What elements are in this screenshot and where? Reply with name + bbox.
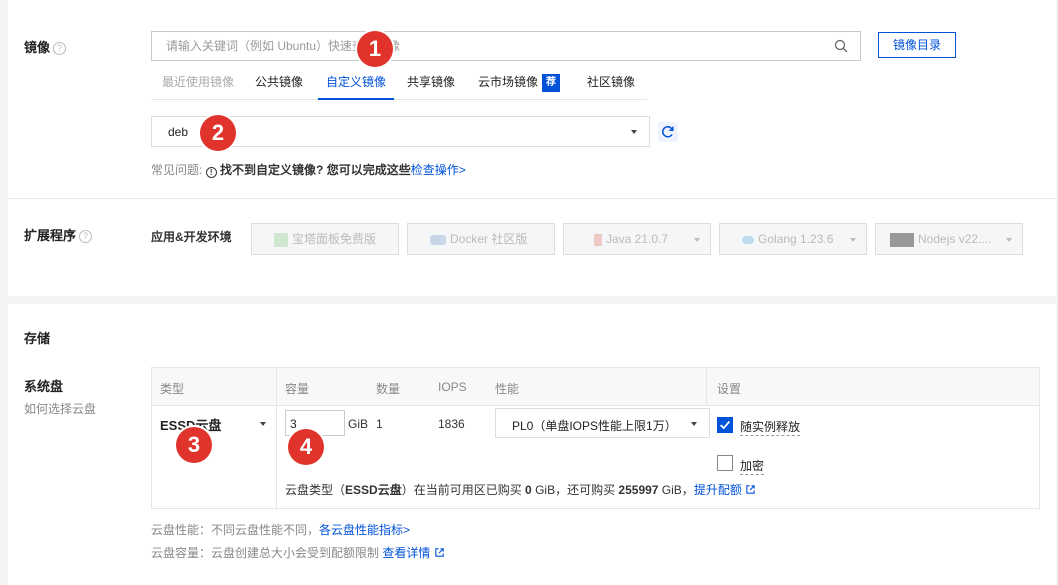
quota-note-type: ESSD云盘 xyxy=(345,483,402,497)
image-search-box[interactable] xyxy=(151,31,861,61)
header-settings: 设置 xyxy=(717,382,742,396)
system-disk-table: 类型 容量 数量 IOPS 性能 设置 ESSD云盘 3 GiB 1 1836 … xyxy=(151,367,1040,509)
tab-marketplace-label: 云市场镜像 xyxy=(478,75,539,89)
header-performance: 性能 xyxy=(495,382,520,396)
chevron-down-icon xyxy=(850,238,856,242)
tab-custom-images[interactable]: 自定义镜像 xyxy=(318,70,395,100)
annotation-marker-3: 3 xyxy=(176,427,212,463)
header-capacity: 容量 xyxy=(285,382,310,396)
perf-note-link[interactable]: 各云盘性能指标> xyxy=(319,523,410,537)
golang-icon xyxy=(742,235,754,244)
image-select-value: deb xyxy=(168,125,189,139)
table-divider xyxy=(706,368,707,406)
chevron-down-icon xyxy=(260,422,266,426)
java-select[interactable]: Java 21.0.7 xyxy=(563,223,711,255)
help-icon[interactable]: ? xyxy=(53,42,67,55)
table-header: 类型 容量 数量 IOPS 性能 设置 xyxy=(152,368,1039,406)
bt-panel-icon xyxy=(274,232,288,247)
image-catalog-button[interactable]: 镜像目录 xyxy=(878,32,956,58)
nodejs-icon xyxy=(890,232,914,247)
refresh-button[interactable] xyxy=(658,122,678,142)
golang-label: Golang 1.23.6 xyxy=(758,232,834,246)
quota-note-mid1: ）在当前可用区已购买 xyxy=(401,483,526,497)
recommend-badge: 荐 xyxy=(542,74,561,92)
tab-marketplace-images[interactable]: 云市场镜像荐 xyxy=(478,70,561,100)
disk-type-select[interactable]: ESSD云盘 xyxy=(160,415,272,435)
table-divider xyxy=(276,368,277,508)
docker-button[interactable]: Docker 社区版 xyxy=(407,223,555,255)
encrypt-checkbox[interactable] xyxy=(717,455,733,471)
release-with-instance-label[interactable]: 随实例释放 xyxy=(740,418,801,436)
java-icon xyxy=(594,233,602,246)
quota-note-remaining: 255997 xyxy=(618,483,659,497)
quota-note: 云盘类型（ESSD云盘）在当前可用区已购买 0 GiB，还可购买 255997 … xyxy=(285,481,756,498)
release-with-instance-checkbox[interactable] xyxy=(717,417,733,433)
search-icon[interactable] xyxy=(834,39,848,53)
chevron-down-icon xyxy=(1006,238,1012,242)
performance-value: PL0（单盘IOPS性能上限1万） xyxy=(512,419,677,433)
quota-note-mid3: GiB， xyxy=(658,483,694,497)
raise-quota-link[interactable]: 提升配额 xyxy=(694,483,742,497)
chevron-down-icon xyxy=(694,238,700,242)
capacity-unit: GiB xyxy=(348,417,369,431)
external-link-icon xyxy=(434,548,444,557)
annotation-marker-2: 2 xyxy=(200,115,236,151)
count-value: 1 xyxy=(376,417,383,431)
capacity-note: 云盘容量：云盘创建总大小会受到配额限制 查看详情 xyxy=(151,544,445,561)
perf-note: 云盘性能：不同云盘性能不同，各云盘性能指标> xyxy=(151,521,410,538)
nodejs-select[interactable]: Nodejs v22.... xyxy=(875,223,1023,255)
info-icon: ! xyxy=(205,167,217,178)
tab-community-images[interactable]: 社区镜像 xyxy=(587,70,635,100)
header-type: 类型 xyxy=(160,382,185,396)
image-tabs: 最近使用镜像 公共镜像 自定义镜像 共享镜像 云市场镜像荐 社区镜像 xyxy=(151,70,647,100)
tab-shared-images[interactable]: 共享镜像 xyxy=(407,70,455,100)
header-count: 数量 xyxy=(376,382,401,396)
docker-icon xyxy=(430,234,446,245)
quota-note-bought: 0 xyxy=(525,483,532,497)
faq-row: 常见问题: ! 找不到自定义镜像? 您可以完成这些检查操作> xyxy=(151,161,466,178)
storage-title: 存储 xyxy=(24,331,51,346)
nodejs-label: Nodejs v22.... xyxy=(918,232,992,246)
image-label: 镜像? xyxy=(24,37,67,56)
external-link-icon xyxy=(746,485,755,494)
golang-select[interactable]: Golang 1.23.6 xyxy=(719,223,867,255)
encrypt-label[interactable]: 加密 xyxy=(740,457,765,475)
bt-panel-button[interactable]: 宝塔面板免费版 xyxy=(251,223,399,255)
faq-prefix: 常见问题: xyxy=(151,163,203,177)
quota-note-mid2: GiB，还可购买 xyxy=(531,483,619,497)
extension-label: 扩展程序? xyxy=(24,225,93,244)
capacity-note-link[interactable]: 查看详情 xyxy=(382,546,430,560)
tab-public-images[interactable]: 公共镜像 xyxy=(255,70,303,100)
capacity-value: 3 xyxy=(290,417,297,431)
refresh-icon xyxy=(662,126,674,138)
checkmark-icon xyxy=(720,420,731,430)
tab-recent-images[interactable]: 最近使用镜像 xyxy=(162,70,234,100)
system-disk-label: 系统盘 xyxy=(24,379,64,394)
image-label-text: 镜像 xyxy=(24,40,51,55)
annotation-marker-1: 1 xyxy=(357,31,393,67)
docker-label: Docker 社区版 xyxy=(450,232,528,246)
image-search-input[interactable] xyxy=(152,32,812,60)
perf-note-text: 云盘性能：不同云盘性能不同， xyxy=(151,523,320,537)
section-divider xyxy=(8,198,1056,199)
java-label: Java 21.0.7 xyxy=(606,232,669,246)
quota-note-prefix: 云盘类型（ xyxy=(285,483,346,497)
performance-select[interactable]: PL0（单盘IOPS性能上限1万） xyxy=(495,408,710,438)
help-icon[interactable]: ? xyxy=(79,230,93,243)
faq-link[interactable]: 检查操作> xyxy=(411,163,466,177)
system-disk-help-link[interactable]: 如何选择云盘 xyxy=(24,400,96,417)
annotation-marker-4: 4 xyxy=(288,429,324,465)
capacity-note-text: 云盘容量：云盘创建总大小会受到配额限制 xyxy=(151,546,383,560)
header-iops: IOPS xyxy=(438,380,467,394)
bt-panel-label: 宝塔面板免费版 xyxy=(292,232,377,246)
iops-value: 1836 xyxy=(438,417,465,431)
chevron-down-icon xyxy=(631,130,637,134)
extension-label-text: 扩展程序 xyxy=(24,228,77,243)
chevron-down-icon xyxy=(691,422,697,426)
faq-text: 找不到自定义镜像? 您可以完成这些 xyxy=(220,163,411,177)
extension-group-label: 应用&开发环境 xyxy=(151,230,232,244)
